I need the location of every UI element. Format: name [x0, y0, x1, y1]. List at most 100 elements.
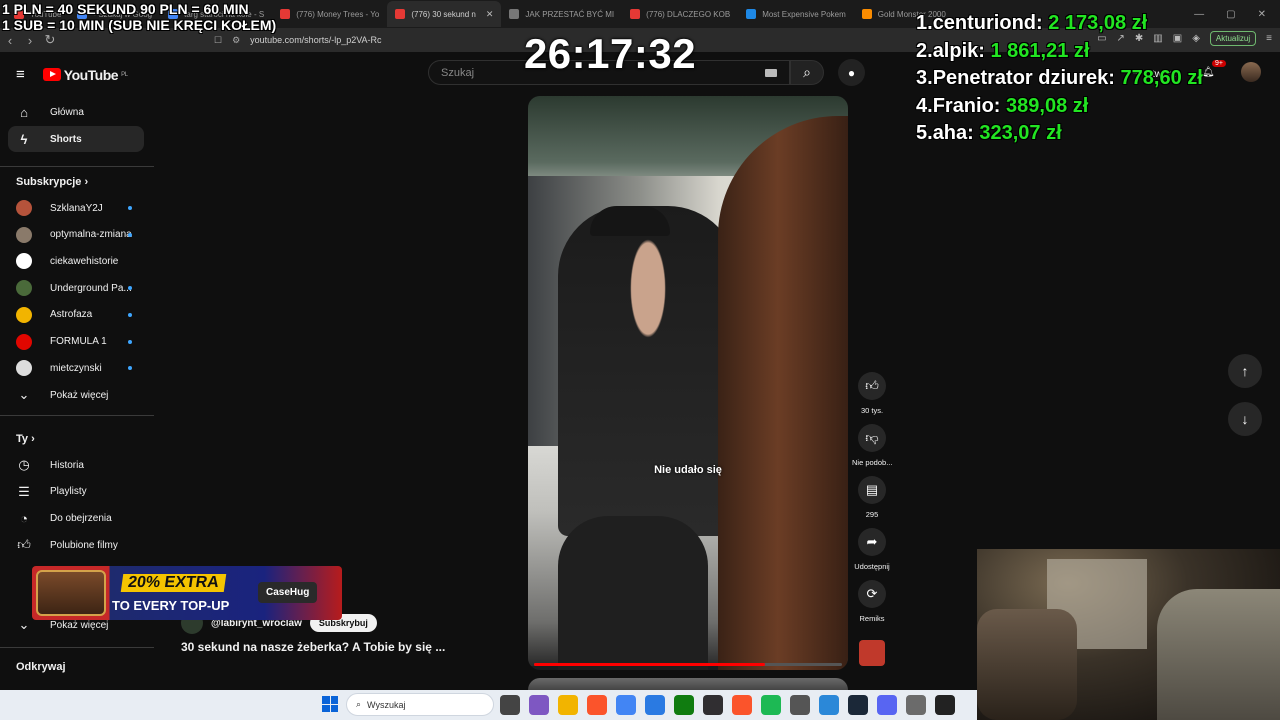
app-icon[interactable]	[935, 695, 955, 715]
settings-icon[interactable]	[906, 695, 926, 715]
subscriptions-header[interactable]: Subskrypcje ›	[16, 176, 88, 188]
chevron-down-icon: ⌄	[18, 387, 30, 402]
discord-icon[interactable]	[877, 695, 897, 715]
steam-icon[interactable]	[848, 695, 868, 715]
short-title[interactable]: 30 sekund na nasze żeberka? A Tobie by s…	[181, 640, 445, 654]
browser-tab[interactable]: (776) 30 sekund n ✕	[387, 1, 502, 27]
leaderboard-rank: 4.	[916, 94, 933, 117]
sidebar-subscription[interactable]: mietczynski	[8, 355, 144, 381]
subathon-timer: 26:17:32	[523, 30, 697, 77]
explore-header: Odkrywaj	[16, 661, 66, 673]
menu-icon[interactable]: ≡	[1266, 33, 1272, 44]
browser-tab[interactable]: (776) DLACZEGO KOB	[622, 1, 738, 27]
leaderboard-row: 4.Franio: 389,08 zł	[916, 93, 1203, 121]
close-window-icon[interactable]: ✕	[1258, 9, 1266, 20]
donation-rule-2: 1 SUB = 10 MIN (SUB NIE KRĘCI KOŁEM)	[2, 17, 277, 33]
keyboard-icon[interactable]	[765, 69, 777, 77]
hamburger-menu-icon[interactable]: ≡	[16, 66, 25, 83]
comments-button[interactable]: ▤ 295	[852, 476, 892, 519]
video-progress-bar[interactable]	[534, 663, 842, 666]
search-button[interactable]: ⌕	[790, 60, 824, 85]
ad-brand: CaseHug	[258, 582, 318, 603]
next-short-button[interactable]: ↓	[1228, 402, 1262, 436]
account-avatar[interactable]	[1240, 62, 1261, 82]
share-button[interactable]: ➦ Udostępnij	[852, 528, 892, 571]
update-button[interactable]: Aktualizuj	[1209, 31, 1257, 46]
like-button[interactable]: 👍︎ 30 tys.	[852, 372, 892, 415]
sidebar-subscription[interactable]: Astrofaza	[8, 302, 144, 328]
sidebar-item[interactable]: ☰ Playlisty	[8, 479, 144, 505]
ad-headline: 20% EXTRA	[120, 574, 226, 592]
voice-search-button[interactable]: ●	[838, 59, 865, 86]
reload-icon[interactable]: ↻	[40, 32, 60, 48]
sidebar-item-label: ciekawehistorie	[50, 255, 119, 267]
previous-short-button[interactable]: ↑	[1228, 354, 1262, 388]
next-short-preview[interactable]	[528, 678, 848, 690]
leaderboard-row: 3.Penetrator dziurek: 778,60 zł	[916, 65, 1203, 93]
dislike-label: Nie podob...	[852, 458, 893, 467]
copilot-icon[interactable]	[529, 695, 549, 715]
youtube-logo-text: YouTube	[63, 66, 119, 83]
youtube-logo[interactable]: YouTube PL	[42, 66, 128, 83]
youtube-play-icon	[42, 68, 61, 81]
sidebar-subscription[interactable]: Underground Pa...	[8, 275, 144, 301]
obs-icon[interactable]	[703, 695, 723, 715]
sidebar-subscription[interactable]: FORMULA 1	[8, 329, 144, 355]
browser-tab[interactable]: JAK PRZESTAĆ BYĆ MI	[501, 1, 622, 27]
browser-tab[interactable]: Most Expensive Pokem	[738, 1, 854, 27]
tab-label: Most Expensive Pokem	[762, 9, 846, 19]
dislike-button[interactable]: 👎︎ Nie podob...	[852, 424, 892, 467]
sidebar-item[interactable]: ◷ Historia	[8, 452, 144, 478]
sound-thumbnail[interactable]	[856, 640, 888, 666]
chrome-icon[interactable]	[616, 695, 636, 715]
site-info-icon[interactable]: ⚙	[232, 35, 240, 46]
brave-icon[interactable]	[587, 695, 607, 715]
show-more-subscriptions[interactable]: ⌄ Pokaż więcej	[8, 382, 144, 408]
screen: { "browser": { "tabs": [ {"label": "YouT…	[0, 0, 1280, 720]
bookmark-icon[interactable]: ☐	[214, 35, 222, 46]
close-tab-icon[interactable]: ✕	[486, 9, 494, 20]
folder-icon[interactable]	[558, 695, 578, 715]
taskbar-search[interactable]: ⌕ Wyszukaj	[346, 693, 494, 716]
chevron-right-icon: ›	[81, 176, 89, 188]
donation-leaderboard: 1.centuriond: 2 173,08 zł 2.alpik: 1 861,…	[916, 10, 1203, 148]
sidebar-item[interactable]: 👍︎ Polubione filmy	[8, 532, 144, 558]
calculator-icon[interactable]	[790, 695, 810, 715]
video-frame-chef	[558, 206, 738, 536]
leaderboard-rank: 5.	[916, 122, 933, 144]
microphone-icon: ●	[847, 65, 856, 80]
casehug-ad-banner[interactable]: 20% EXTRA TO EVERY TOP-UP CaseHug	[32, 566, 342, 620]
windows-start-icon[interactable]	[322, 696, 338, 712]
treasure-chest-icon	[36, 570, 106, 616]
subscriptions-header-label: Subskrypcje	[16, 176, 82, 188]
tab-label: (776) Money Trees - Yo	[296, 9, 380, 19]
task-view-icon[interactable]	[500, 695, 520, 715]
browser-tab[interactable]: (776) Money Trees - Yo	[272, 1, 387, 27]
sidebar-item[interactable]: ⌂ Główna	[8, 99, 144, 125]
sidebar-subscription[interactable]: optymalna-zmiana	[8, 222, 144, 248]
sidebar-item[interactable]: ◔ Do obejrzenia	[8, 505, 144, 531]
you-header[interactable]: Ty ›	[16, 433, 35, 445]
tab-favicon-icon	[630, 9, 641, 19]
sidebar-item-label: Underground Pa...	[50, 282, 132, 294]
sidebar-subscription[interactable]: SzklanaY2J	[8, 195, 144, 221]
store-icon[interactable]	[645, 695, 665, 715]
short-video-player[interactable]: Nie udało się	[528, 96, 848, 670]
brave-icon[interactable]	[732, 695, 752, 715]
notepad-icon[interactable]	[819, 695, 839, 715]
playlist-icon: ☰	[18, 483, 30, 499]
sidebar-divider	[0, 647, 154, 648]
xbox-icon[interactable]	[674, 695, 694, 715]
notifications-icon[interactable]: 🔔︎	[1202, 67, 1215, 78]
maximize-icon[interactable]: ▢	[1226, 9, 1235, 20]
search-icon: ⌕	[356, 699, 362, 709]
video-caption: Nie udało się	[654, 464, 722, 476]
sidebar-subscription[interactable]: ciekawehistorie	[8, 248, 144, 274]
spotify-icon[interactable]	[761, 695, 781, 715]
remix-button[interactable]: ⟳ Remiks	[852, 580, 892, 623]
sidebar-item[interactable]: ϟ Shorts	[8, 126, 144, 152]
forward-icon[interactable]: ›	[20, 33, 40, 48]
leaderboard-rank: 3.	[916, 67, 933, 89]
back-icon[interactable]: ‹	[0, 33, 20, 48]
leaderboard-amount: 2 173,08 zł	[1048, 12, 1148, 34]
